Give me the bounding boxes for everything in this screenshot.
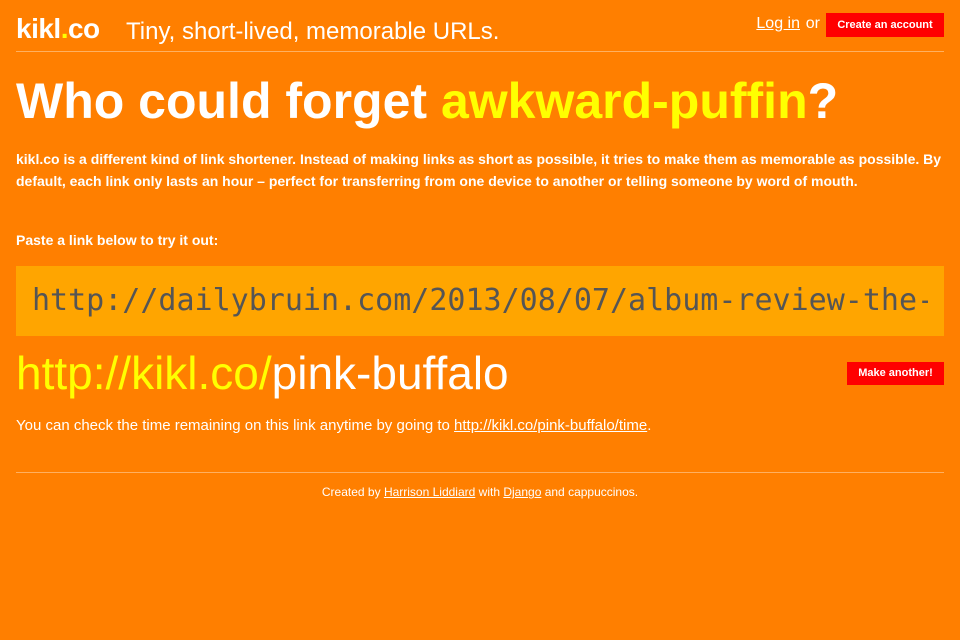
footer-divider bbox=[16, 472, 944, 473]
footer-suffix: and cappuccinos. bbox=[541, 485, 639, 499]
time-note: You can check the time remaining on this… bbox=[16, 416, 651, 436]
site-header: kikl.co Tiny, short-lived, memorable URL… bbox=[16, 0, 944, 52]
instruction-text: Paste a link below to try it out: bbox=[16, 232, 219, 248]
intro-paragraph: kikl.co is a different kind of link shor… bbox=[16, 151, 942, 189]
logo-prefix: kikl bbox=[16, 13, 61, 44]
url-input-container bbox=[16, 266, 944, 336]
author-link[interactable]: Harrison Liddiard bbox=[384, 485, 475, 499]
site-logo[interactable]: kikl.co bbox=[16, 12, 100, 46]
site-footer: Created by Harrison Liddiard with Django… bbox=[0, 484, 960, 500]
hero-suffix: ? bbox=[807, 73, 839, 129]
make-another-button[interactable]: Make another! bbox=[847, 362, 944, 385]
hero-slug: awkward-puffin bbox=[440, 73, 808, 129]
or-text: or bbox=[805, 15, 820, 32]
time-note-suffix: . bbox=[647, 417, 652, 434]
create-account-button[interactable]: Create an account bbox=[826, 13, 944, 37]
site-tagline: Tiny, short-lived, memorable URLs. bbox=[126, 18, 500, 45]
time-note-prefix: You can check the time remaining on this… bbox=[16, 417, 455, 434]
hero-heading: Who could forget awkward-puffin? bbox=[16, 72, 838, 130]
short-url-base: http://kikl.co/ bbox=[16, 347, 272, 399]
time-remaining-link[interactable]: http://kikl.co/pink-buffalo/time bbox=[454, 417, 647, 434]
short-url-display[interactable]: http://kikl.co/pink-buffalo bbox=[16, 346, 509, 400]
footer-with: with bbox=[475, 485, 504, 499]
footer-created-by: Created by bbox=[321, 485, 384, 499]
logo-dot: . bbox=[60, 13, 69, 44]
url-input[interactable] bbox=[32, 266, 928, 336]
login-link[interactable]: Log in bbox=[756, 14, 800, 34]
short-url-slug: pink-buffalo bbox=[271, 347, 509, 399]
logo-suffix: co bbox=[67, 13, 100, 44]
django-link[interactable]: Django bbox=[503, 485, 541, 499]
hero-prefix: Who could forget bbox=[16, 73, 441, 129]
